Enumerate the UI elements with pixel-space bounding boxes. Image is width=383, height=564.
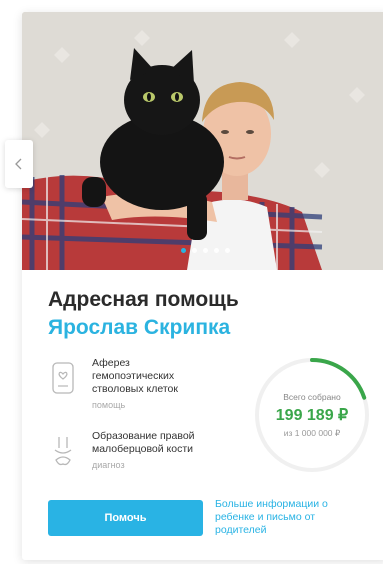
card-title: Адресная помощь: [48, 288, 239, 311]
fundraising-card: [22, 12, 383, 560]
collected-label: Всего собрано: [283, 392, 341, 402]
slider-dot[interactable]: [213, 248, 219, 253]
collected-summary: Всего собрано 199 189 ₽ из 1 000 000 ₽: [252, 392, 372, 439]
collected-amount: 199 189 ₽: [275, 407, 349, 424]
child-photo: [22, 12, 383, 270]
diagnosis-text: Образование правой малоберцовой кости: [92, 430, 195, 455]
help-type-text: Аферез гемопоэтических стволовых клеток: [92, 357, 178, 395]
help-type-item: Аферез гемопоэтических стволовых клеток …: [48, 357, 192, 410]
more-info-link[interactable]: Больше информации о ребенке и письмо от …: [215, 498, 345, 537]
bone-icon: [48, 430, 78, 470]
diagnosis-item: Образование правой малоберцовой кости ди…: [48, 430, 217, 470]
photo-slider[interactable]: [22, 12, 383, 270]
chevron-left-icon: [15, 158, 22, 170]
slider-prev-button[interactable]: [5, 140, 33, 188]
slider-dot[interactable]: [191, 248, 197, 253]
child-name: Ярослав Скрипка: [48, 316, 231, 339]
diagnosis-label: диагноз: [92, 460, 125, 470]
slider-dot[interactable]: [202, 248, 208, 253]
cell-tube-icon: [48, 357, 78, 397]
slider-dot[interactable]: [180, 248, 186, 253]
help-button[interactable]: Помочь: [48, 500, 203, 536]
help-type-label: помощь: [92, 400, 126, 410]
slider-dots: [22, 248, 383, 253]
slider-dot[interactable]: [224, 248, 230, 253]
collected-goal: из 1 000 000 ₽: [283, 428, 341, 438]
